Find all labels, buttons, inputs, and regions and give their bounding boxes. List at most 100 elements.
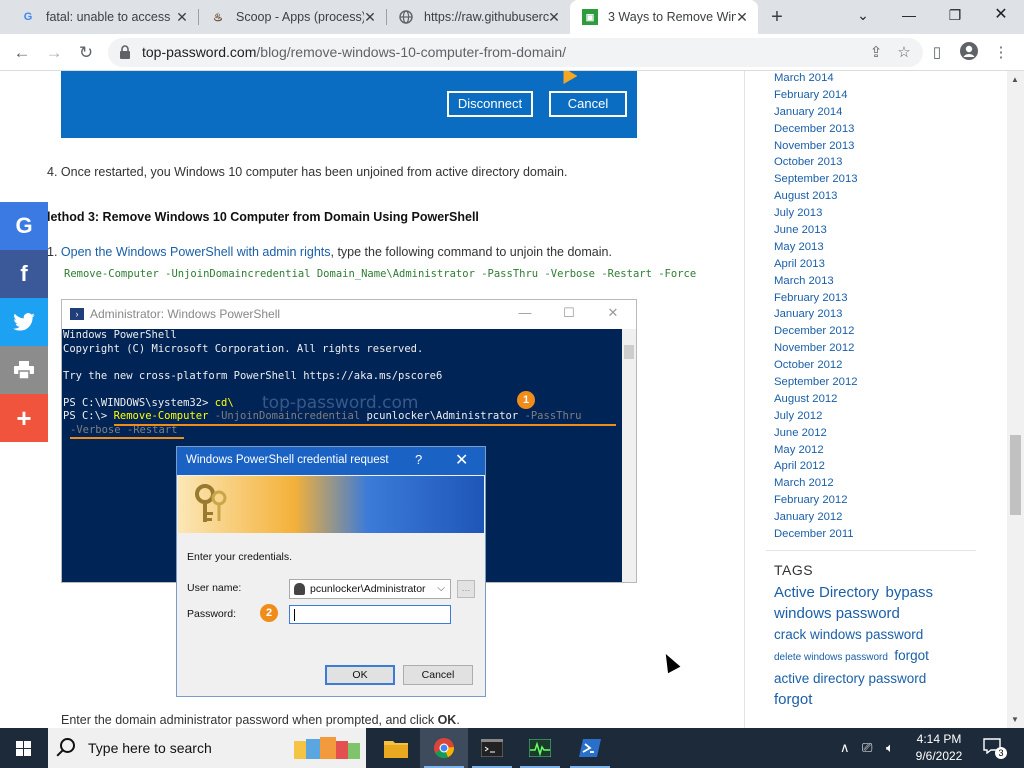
archive-link[interactable]: March 2013 [774,275,858,292]
enter-password-text: Enter the domain administrator password … [61,713,460,727]
top-password-icon: ▣ [582,9,598,25]
archive-link[interactable]: October 2012 [774,359,858,376]
archive-link[interactable]: December 2012 [774,325,858,342]
minimize-icon: — [518,305,532,320]
help-icon: ? [415,452,423,467]
archive-link[interactable]: January 2014 [774,106,858,123]
step-1-text: 1. Open the Windows PowerShell with admi… [47,245,612,259]
archive-link[interactable]: January 2013 [774,308,858,325]
close-tab-icon[interactable]: ✕ [546,9,562,25]
dialog-titlebar: Windows PowerShell credential request ? … [177,447,485,475]
tag-link[interactable]: Active Directory [774,584,879,601]
archive-link[interactable]: August 2013 [774,190,858,207]
share-google-button[interactable]: G [0,202,48,250]
archive-link[interactable]: July 2013 [774,207,858,224]
menu-kebab-icon[interactable]: ⋮ [990,42,1012,64]
maximize-icon: ☐ [563,305,575,320]
close-tab-icon[interactable]: ✕ [734,9,750,25]
share-more-button[interactable]: + [0,394,48,442]
archive-link[interactable]: November 2013 [774,140,858,157]
restore-button[interactable]: ❐ [932,0,978,30]
share-facebook-button[interactable]: f [0,250,48,298]
archive-link[interactable]: July 2012 [774,410,858,427]
tag-link[interactable]: delete windows password [774,652,888,663]
sidebar-divider [744,71,745,728]
archive-link[interactable]: June 2012 [774,427,858,444]
taskbar-search-box[interactable]: Type here to search [48,728,366,768]
volume-icon[interactable]: 🔈︎ [886,740,894,756]
notification-count-badge: 3 [995,747,1007,759]
side-panel-icon[interactable]: ▯ [926,42,948,64]
profile-avatar-icon[interactable] [958,42,980,64]
archive-link[interactable]: April 2012 [774,460,858,477]
file-explorer-app[interactable] [372,728,420,768]
terminal-icon [481,739,503,757]
google-icon: G [23,11,33,23]
minimize-button[interactable]: — [886,0,932,30]
tab-github-raw[interactable]: https://raw.githubuserc ✕ [386,0,570,34]
notification-center-icon[interactable]: 3 [983,738,1007,759]
archive-link[interactable]: December 2013 [774,123,858,140]
network-icon[interactable]: ⎚ [862,740,872,756]
share-print-button[interactable] [0,346,48,394]
address-bar[interactable]: top-password.com/blog/remove-windows-10-… [108,38,923,67]
tag-link[interactable]: crack windows password [774,627,923,642]
taskbar-clock[interactable]: 4:14 PM 9/6/2022 [912,731,966,765]
close-tab-icon[interactable]: ✕ [362,9,378,25]
archive-link[interactable]: August 2012 [774,393,858,410]
tab-active-article[interactable]: ▣ 3 Ways to Remove Win ✕ [570,0,758,34]
archive-link[interactable]: February 2013 [774,292,858,309]
close-tab-icon[interactable]: ✕ [174,9,190,25]
page-scrollbar[interactable]: ▲ ▼ [1007,71,1024,728]
archive-link[interactable]: October 2013 [774,156,858,173]
powershell-app[interactable] [566,728,614,768]
powershell-icon: › [70,308,84,320]
archive-link[interactable]: September 2013 [774,173,858,190]
archive-link[interactable]: November 2012 [774,342,858,359]
scoop-icon: ♨ [213,11,223,24]
resource-monitor-app[interactable] [516,728,564,768]
back-button[interactable]: ← [8,39,36,67]
folder-icon [384,741,408,758]
search-icon [60,738,75,753]
archive-link[interactable]: May 2013 [774,241,858,258]
archive-link[interactable]: September 2012 [774,376,858,393]
archive-link[interactable]: March 2012 [774,477,858,494]
share-icon[interactable]: ⇪ [866,43,886,63]
reload-button[interactable]: ↻ [72,39,100,67]
new-tab-button[interactable]: + [766,6,788,28]
scroll-up-icon[interactable]: ▲ [1011,75,1019,84]
tray-expand-icon[interactable]: ∧ [840,740,850,756]
bookmark-star-icon[interactable]: ☆ [894,43,914,63]
close-window-button[interactable]: ✕ [978,0,1024,30]
command-code: Remove-Computer -UnjoinDomaincredential … [64,268,697,280]
tag-link[interactable]: forgot [774,691,812,708]
start-button[interactable] [0,728,48,768]
credential-banner [178,476,484,533]
open-powershell-link[interactable]: Open the Windows PowerShell with admin r… [61,245,331,259]
sidebar-separator [766,550,976,551]
archive-link[interactable]: December 2011 [774,528,858,545]
watermark: top-password.com [262,393,419,413]
forward-button[interactable]: → [40,39,68,67]
tab-fatal[interactable]: G fatal: unable to access ✕ [8,0,198,34]
archive-link[interactable]: January 2012 [774,511,858,528]
terminal-app[interactable] [468,728,516,768]
archive-link[interactable]: March 2014 [774,72,858,89]
scroll-down-icon[interactable]: ▼ [1011,715,1019,724]
tab-strip: G fatal: unable to access ✕ ♨ Scoop - Ap… [0,0,1024,34]
archive-link[interactable]: June 2013 [774,224,858,241]
archive-link[interactable]: February 2014 [774,89,858,106]
facebook-icon: f [20,261,28,286]
chrome-app[interactable] [420,728,468,768]
tab-scoop[interactable]: ♨ Scoop - Apps (process) ✕ [198,0,386,34]
archive-link[interactable]: February 2012 [774,494,858,511]
page-scrollbar-thumb[interactable] [1010,435,1021,515]
cancel-button-image: Cancel [549,91,627,117]
close-icon: ✕ [455,452,469,469]
archive-link[interactable]: April 2013 [774,258,858,275]
share-twitter-button[interactable] [0,298,48,346]
archive-link[interactable]: May 2012 [774,444,858,461]
tab-search-chevron-icon[interactable]: ⌄ [840,0,886,30]
lock-icon[interactable] [119,45,131,59]
